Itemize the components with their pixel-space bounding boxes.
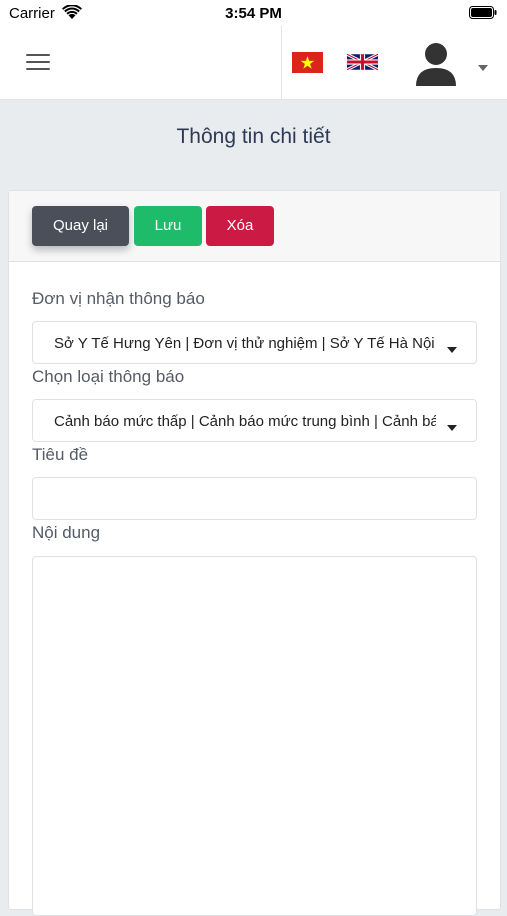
gb-flag-icon[interactable] <box>346 51 379 73</box>
battery-icon <box>469 6 497 24</box>
content-textarea[interactable] <box>32 556 477 916</box>
recipient-label: Đơn vị nhận thông báo <box>32 289 205 308</box>
status-bar: Carrier 3:54 PM <box>0 0 507 26</box>
page-title: Thông tin chi tiết <box>176 125 331 148</box>
back-button[interactable]: Quay lại <box>32 206 129 246</box>
recipient-select-value: Sở Y Tế Hưng Yên | Đơn vị thử nghiệm | S… <box>54 335 435 352</box>
top-navbar <box>0 26 507 100</box>
vn-flag-icon[interactable] <box>292 52 323 73</box>
user-menu-caret-icon[interactable] <box>478 58 488 76</box>
notification-type-select[interactable]: Cảnh báo mức thấp | Cảnh báo mức trung b… <box>32 399 477 442</box>
delete-button[interactable]: Xóa <box>206 206 274 246</box>
chevron-down-icon <box>447 418 457 436</box>
title-input[interactable] <box>32 477 477 520</box>
save-button[interactable]: Lưu <box>134 206 202 246</box>
status-time: 3:54 PM <box>225 5 282 22</box>
detail-card: Quay lại Lưu Xóa Đơn vị nhận thông báo S… <box>8 190 501 916</box>
user-avatar-icon[interactable] <box>414 40 458 91</box>
content-label: Nội dung <box>32 523 101 542</box>
card-toolbar: Quay lại Lưu Xóa <box>9 191 500 262</box>
notification-type-label: Chọn loại thông báo <box>32 367 185 386</box>
recipient-select[interactable]: Sở Y Tế Hưng Yên | Đơn vị thử nghiệm | S… <box>32 321 477 364</box>
hamburger-icon[interactable] <box>26 54 50 72</box>
notification-type-select-value: Cảnh báo mức thấp | Cảnh báo mức trung b… <box>54 413 436 430</box>
chevron-down-icon <box>447 340 457 358</box>
title-label: Tiêu đề <box>32 445 89 464</box>
navbar-divider <box>281 26 282 100</box>
